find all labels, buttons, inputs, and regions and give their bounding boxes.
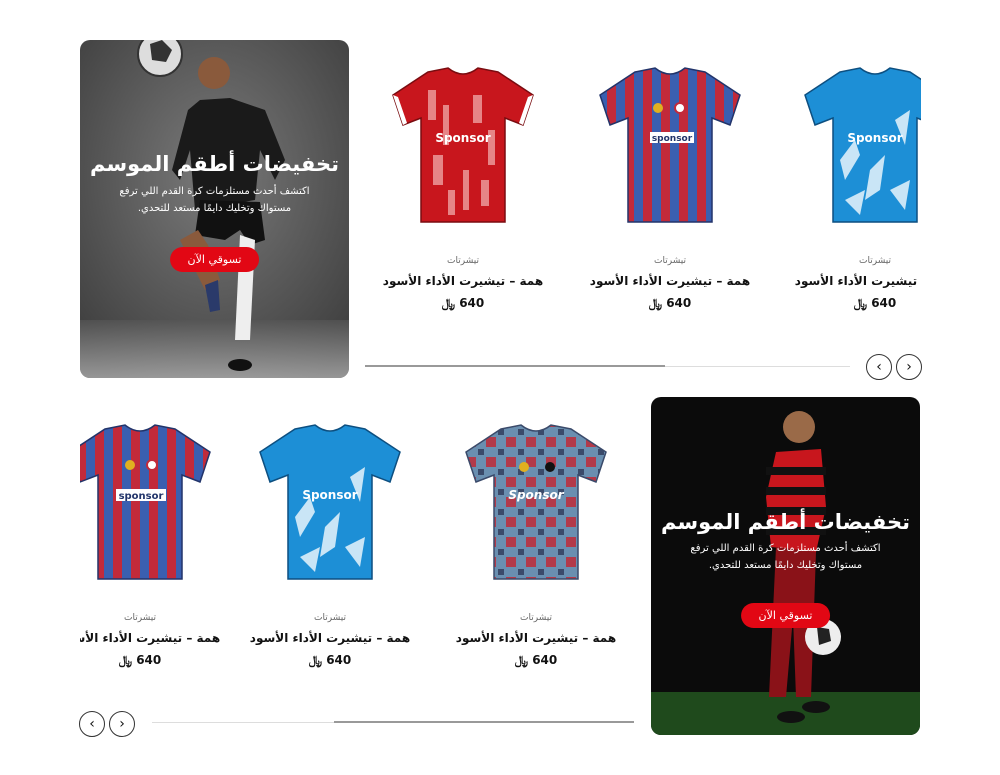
product-category: تيشرتات [447,256,479,266]
chevron-right-icon: › [119,716,125,732]
product-category: تيشرتات [520,613,552,623]
carousel-prev-button[interactable]: ‹ [79,711,105,737]
product-card-clip: Sponsor تيشرتات همة – تيشيرت الأداء الأس… [780,60,921,360]
chevron-left-icon: ‹ [876,359,882,375]
product-card[interactable]: Sponsor تيشرتات همة – تيشيرت الأداء الأس… [240,417,420,668]
product-card[interactable]: sponsor تيشرتات همة – تيشيرت الأداء الأس… [580,60,760,311]
product-price: 640 ﷼ [853,296,897,310]
product-image[interactable]: Sponsor [446,417,626,587]
product-name[interactable]: همة – تيشيرت الأداء الأسود [373,274,553,288]
product-category: تيشرتات [654,256,686,266]
product-image[interactable]: Sponsor [240,417,420,587]
product-name[interactable]: همة – تيشيرت الأداء الأسود [80,631,230,645]
carousel-prev-button[interactable]: ‹ [866,354,892,380]
product-card-clip: sponsor تيشرتات همة – تيشيرت الأداء الأس… [80,417,230,717]
sponsor-text: Sponsor [508,488,564,502]
scrollbar-thumb[interactable] [334,721,634,723]
product-card[interactable]: sponsor تيشرتات همة – تيشيرت الأداء الأس… [80,417,230,668]
chevron-left-icon: ‹ [89,716,95,732]
product-category: تيشرتات [859,256,891,266]
carousel-scrollbar[interactable] [152,721,634,723]
product-price: 640 ﷼ [648,296,692,310]
promo-description: اكتشف أحدث مستلزمات كرة القدم اللي ترفع … [690,543,881,571]
product-price: 640 ﷼ [308,653,352,667]
product-price: 640 ﷼ [441,296,485,310]
product-price: 640 ﷼ [118,653,162,667]
promo-banner-bottom: تخفيضات أطقم الموسم اكتشف أحدث مستلزمات … [651,397,920,735]
carousel-next-button[interactable]: › [109,711,135,737]
sponsor-text: Sponsor [435,131,490,145]
promo-title: تخفيضات أطقم الموسم [660,510,911,534]
product-image[interactable]: Sponsor [373,60,553,230]
scrollbar-thumb[interactable] [365,365,665,367]
sponsor-text: Sponsor [302,488,357,502]
sponsor-text: Sponsor [847,131,902,145]
sponsor-text: sponsor [119,491,164,502]
promo-description: اكتشف أحدث مستلزمات كرة القدم اللي ترفع … [119,186,310,214]
shop-now-button[interactable]: تسوقي الآن [740,603,831,628]
carousel-scrollbar[interactable] [365,365,850,367]
chevron-right-icon: › [906,359,912,375]
product-image[interactable]: sponsor [580,60,760,230]
product-name[interactable]: همة – تيشيرت الأداء الأسود [785,274,921,288]
product-name[interactable]: همة – تيشيرت الأداء الأسود [580,274,760,288]
product-card[interactable]: Sponsor تيشرتات همة – تيشيرت الأداء الأس… [785,60,921,311]
product-name[interactable]: همة – تيشيرت الأداء الأسود [446,631,626,645]
carousel-next-button[interactable]: › [896,354,922,380]
product-price: 640 ﷼ [514,653,558,667]
product-name[interactable]: همة – تيشيرت الأداء الأسود [240,631,420,645]
promo-banner-top: تخفيضات أطقم الموسم اكتشف أحدث مستلزمات … [80,40,349,378]
product-image[interactable]: sponsor [80,417,230,587]
product-category: تيشرتات [124,613,156,623]
product-card[interactable]: Sponsor تيشرتات همة – تيشيرت الأداء الأس… [373,60,553,311]
sponsor-text: sponsor [652,134,693,144]
product-image[interactable]: Sponsor [785,60,921,230]
product-category: تيشرتات [314,613,346,623]
product-card[interactable]: Sponsor تيشرتات همة – تيشيرت الأداء الأس… [446,417,626,668]
promo-title: تخفيضات أطقم الموسم [89,152,340,176]
shop-now-button[interactable]: تسوقي الآن [169,247,260,272]
